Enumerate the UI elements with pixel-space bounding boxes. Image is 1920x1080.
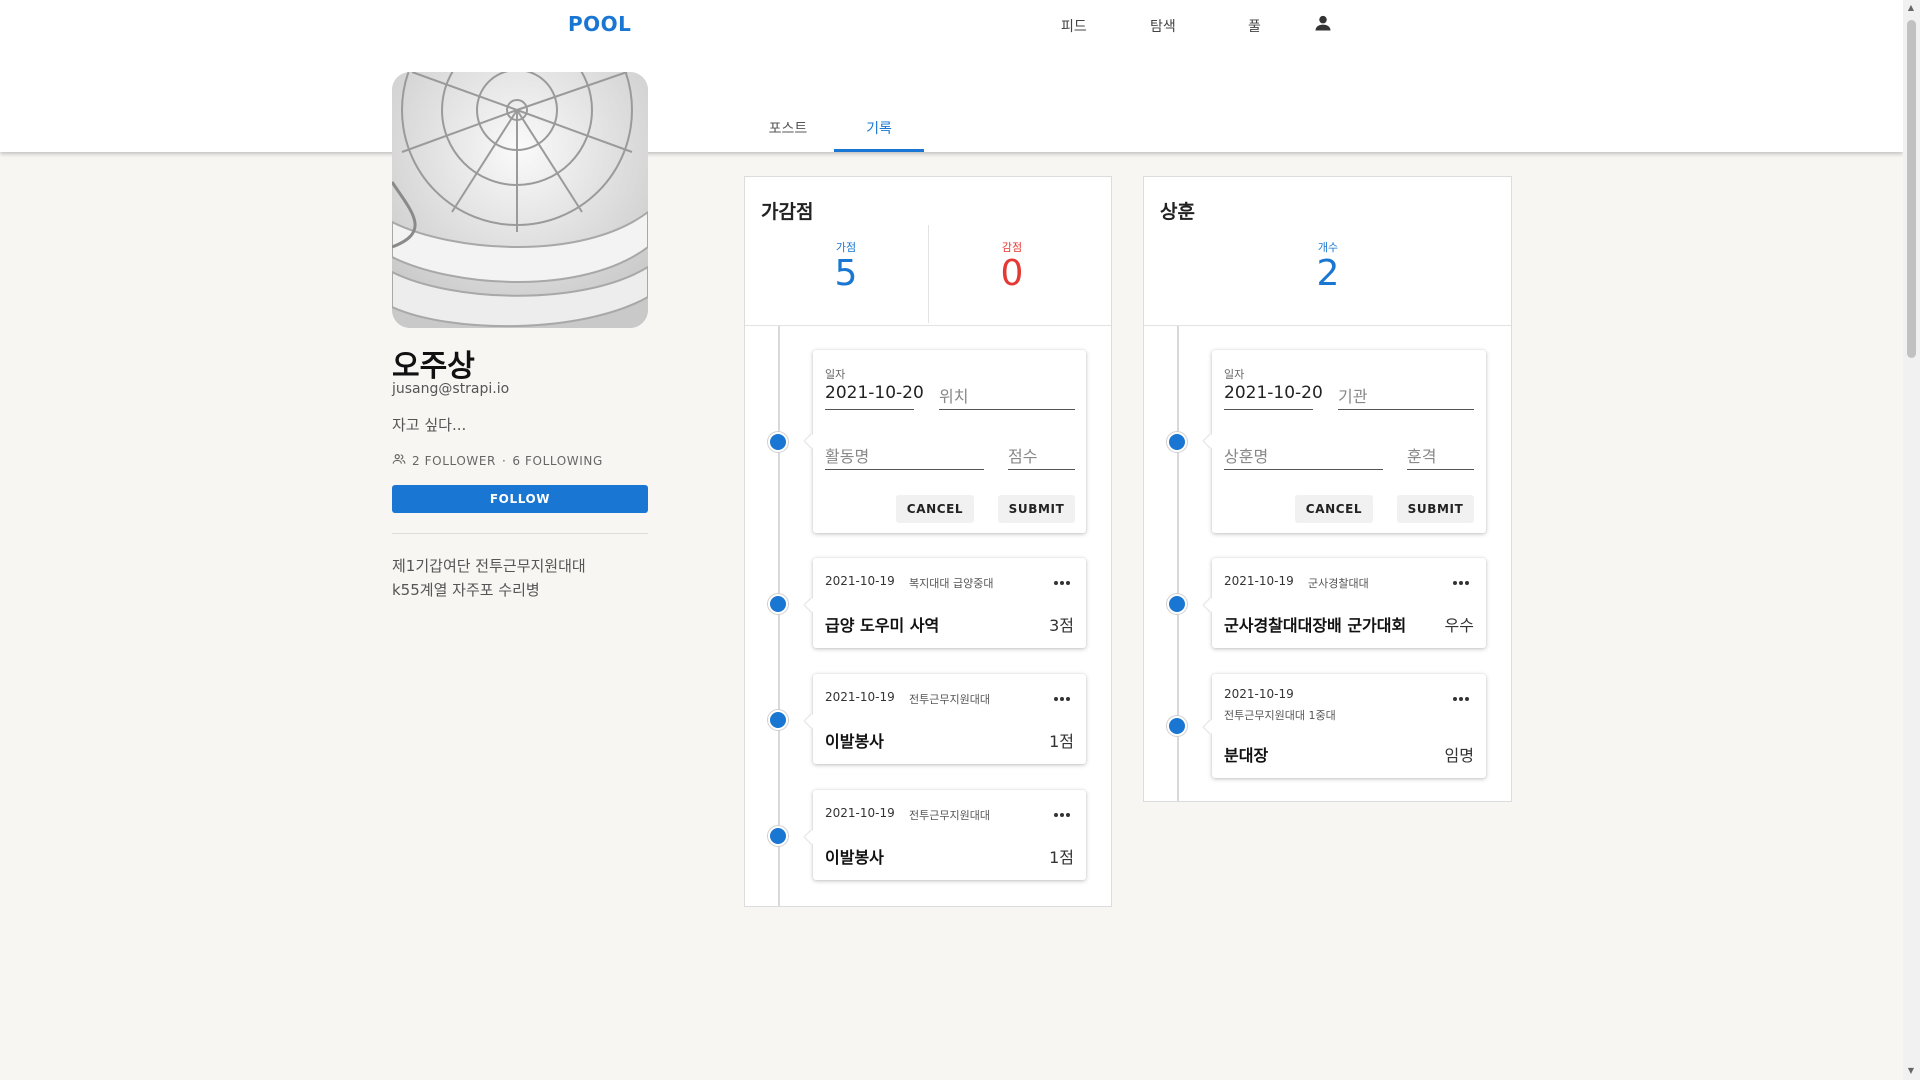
award-entry-card: 2021-10-19 군사경찰대대 군사경찰대대장배 군가대회 우수 xyxy=(1212,558,1486,648)
timeline-dot xyxy=(1167,716,1187,736)
entry-org: 전투근무지원대대 xyxy=(909,693,990,706)
points-entry-card: 2021-10-19 복지대대 급양중대 급양 도우미 사역 3점 xyxy=(813,558,1086,648)
date-label: 일자 xyxy=(1224,368,1245,381)
award-name-underline xyxy=(1224,469,1383,470)
submit-button[interactable]: SUBMIT xyxy=(1397,495,1474,523)
more-options-icon[interactable] xyxy=(1054,691,1074,705)
profile-divider xyxy=(392,533,648,534)
people-icon xyxy=(392,452,406,469)
timeline-line xyxy=(778,326,780,906)
top-app-bar xyxy=(0,0,1903,152)
awards-form-card: 일자 2021-10-20 기관 상훈명 훈격 CANCEL SUBMIT xyxy=(1212,350,1486,533)
submit-button[interactable]: SUBMIT xyxy=(998,495,1075,523)
entry-date: 2021-10-19 xyxy=(825,690,895,704)
follow-separator: · xyxy=(501,453,507,468)
timeline-dot xyxy=(768,826,788,846)
description-line: 제1기갑여단 전투근무지원대대 xyxy=(392,557,586,575)
nav-pool[interactable]: 풀 xyxy=(1248,16,1261,36)
timeline-dot xyxy=(768,594,788,614)
entry-grade: 우수 xyxy=(1444,616,1474,635)
timeline-dot xyxy=(768,432,788,452)
profile-bio: 자고 싶다... xyxy=(392,416,467,434)
entry-title: 군사경찰대대장배 군가대회 xyxy=(1224,616,1407,635)
tab-posts[interactable]: 포스트 xyxy=(758,118,818,152)
agency-input[interactable]: 기관 xyxy=(1338,383,1367,407)
cancel-button[interactable]: CANCEL xyxy=(896,495,974,523)
award-count-value: 2 xyxy=(1316,253,1340,294)
follow-button[interactable]: FOLLOW xyxy=(392,485,648,513)
agency-underline xyxy=(1338,409,1474,410)
more-options-icon[interactable] xyxy=(1453,575,1473,589)
entry-org: 전투근무지원대대 1중대 xyxy=(1224,709,1336,722)
points-entry-card: 2021-10-19 전투근무지원대대 이발봉사 1점 xyxy=(813,674,1086,764)
awards-panel-title: 상훈 xyxy=(1160,201,1195,223)
points-form-card: 일자 2021-10-20 위치 활동명 점수 CANCEL SUBMIT xyxy=(813,350,1086,533)
activity-underline xyxy=(825,469,984,470)
follow-stats: 2 FOLLOWER · 6 FOLLOWING xyxy=(392,452,603,469)
nav-feed[interactable]: 피드 xyxy=(1061,16,1087,36)
more-options-icon[interactable] xyxy=(1453,691,1473,705)
timeline-dot xyxy=(1167,594,1187,614)
location-underline xyxy=(939,409,1075,410)
score-input[interactable]: 점수 xyxy=(1008,443,1037,467)
plus-points-value: 5 xyxy=(834,253,858,294)
entry-grade: 임명 xyxy=(1444,746,1474,765)
tab-records[interactable]: 기록 xyxy=(834,118,924,152)
location-input[interactable]: 위치 xyxy=(939,383,968,407)
follower-count[interactable]: 2 FOLLOWER xyxy=(412,454,496,468)
entry-score: 3점 xyxy=(1049,616,1074,635)
award-name-input[interactable]: 상훈명 xyxy=(1224,443,1268,467)
entry-org: 복지대대 급양중대 xyxy=(909,577,994,590)
following-count[interactable]: 6 FOLLOWING xyxy=(512,454,602,468)
entry-org: 전투근무지원대대 xyxy=(909,809,990,822)
award-entry-card: 2021-10-19 전투근무지원대대 1중대 분대장 임명 xyxy=(1212,674,1486,778)
entry-title: 이발봉사 xyxy=(825,732,884,751)
entry-title: 이발봉사 xyxy=(825,848,884,867)
entry-date: 2021-10-19 xyxy=(825,574,895,588)
cancel-button[interactable]: CANCEL xyxy=(1295,495,1373,523)
minus-points-value: 0 xyxy=(1000,253,1024,294)
activity-input[interactable]: 활동명 xyxy=(825,443,869,467)
entry-org: 군사경찰대대 xyxy=(1308,577,1369,590)
entry-score: 1점 xyxy=(1049,848,1074,867)
profile-description: 제1기갑여단 전투근무지원대대 k55계열 자주포 수리병 xyxy=(392,554,586,602)
stat-divider xyxy=(928,225,929,323)
entry-title: 급양 도우미 사역 xyxy=(825,616,940,635)
timeline-dot xyxy=(1167,432,1187,452)
points-panel-title: 가감점 xyxy=(761,201,814,223)
profile-avatar xyxy=(392,72,648,328)
entry-date: 2021-10-19 xyxy=(1224,687,1294,701)
scroll-up-arrow-icon[interactable]: ▲ xyxy=(1906,3,1916,13)
date-input[interactable]: 2021-10-20 xyxy=(1224,383,1323,403)
grade-input[interactable]: 훈격 xyxy=(1407,443,1436,467)
entry-score: 1점 xyxy=(1049,732,1074,751)
score-underline xyxy=(1008,469,1075,470)
date-label: 일자 xyxy=(825,368,846,381)
timeline-dot xyxy=(768,710,788,730)
more-options-icon[interactable] xyxy=(1054,575,1074,589)
points-entry-card: 2021-10-19 전투근무지원대대 이발봉사 1점 xyxy=(813,790,1086,880)
grade-underline xyxy=(1407,469,1474,470)
nav-explore[interactable]: 탐색 xyxy=(1150,16,1176,36)
profile-email: jusang@strapi.io xyxy=(392,381,510,397)
description-line: k55계열 자주포 수리병 xyxy=(392,581,540,599)
entry-date: 2021-10-19 xyxy=(1224,574,1294,588)
more-options-icon[interactable] xyxy=(1054,807,1074,821)
user-icon[interactable] xyxy=(1313,13,1333,33)
scroll-thumb[interactable] xyxy=(1907,20,1916,358)
entry-title: 분대장 xyxy=(1224,746,1269,765)
profile-name: 오주상 xyxy=(392,349,475,384)
date-input[interactable]: 2021-10-20 xyxy=(825,383,924,403)
app-logo[interactable]: POOL xyxy=(568,12,631,36)
date-underline xyxy=(825,409,914,410)
panel-separator xyxy=(745,325,1111,326)
scroll-down-arrow-icon[interactable]: ▼ xyxy=(1906,1066,1916,1076)
entry-date: 2021-10-19 xyxy=(825,806,895,820)
panel-separator xyxy=(1144,325,1511,326)
date-underline xyxy=(1224,409,1313,410)
